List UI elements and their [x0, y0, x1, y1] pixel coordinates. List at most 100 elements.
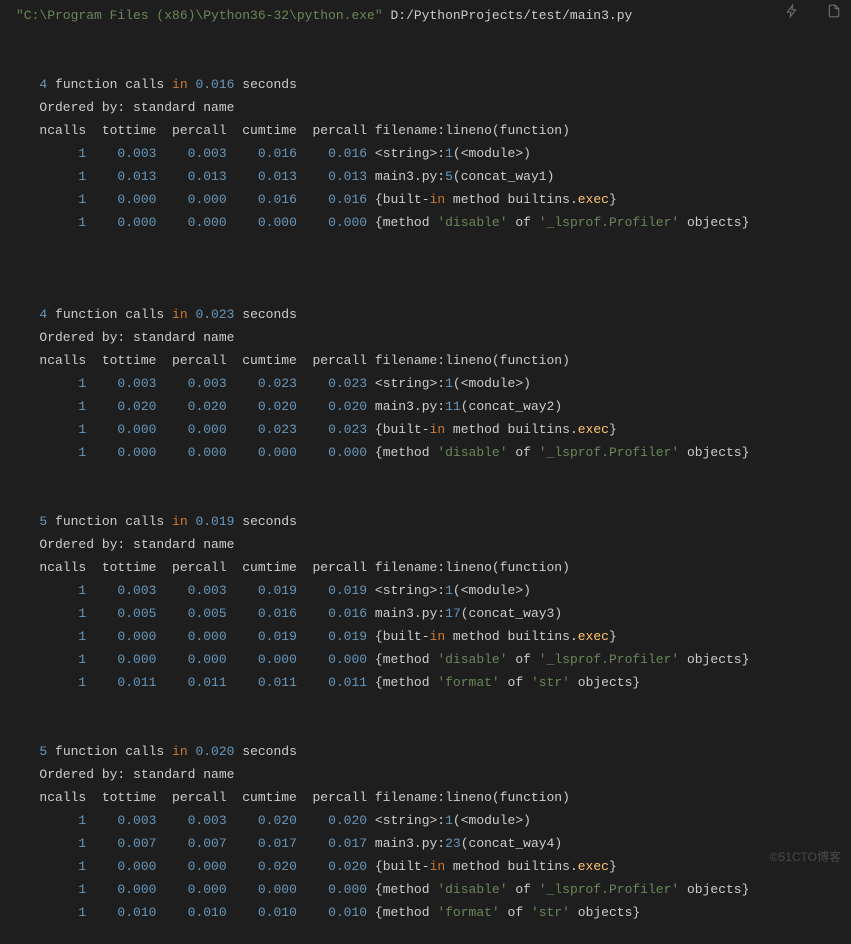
profile-row: 1 0.007 0.007 0.017 0.017 main3.py:23(co…: [0, 832, 851, 855]
method-name: 'format': [437, 905, 499, 920]
profile-row: 1 0.000 0.000 0.019 0.019 {built-in meth…: [0, 625, 851, 648]
total-time: 0.023: [188, 307, 235, 322]
percall1-value: 0.000: [156, 882, 226, 897]
ncalls-value: 1: [16, 905, 86, 920]
ncalls-value: 1: [16, 445, 86, 460]
cumtime-value: 0.020: [227, 859, 297, 874]
ncalls-value: 1: [16, 583, 86, 598]
total-time: 0.019: [188, 514, 235, 529]
profile-row: 1 0.000 0.000 0.016 0.016 {built-in meth…: [0, 188, 851, 211]
python-exe-path: "C:\Program Files (x86)\Python36-32\pyth…: [16, 8, 383, 23]
columns-header: ncalls tottime percall cumtime percall f…: [0, 556, 851, 579]
in-keyword: in: [430, 422, 446, 437]
cumtime-value: 0.023: [227, 422, 297, 437]
cumtime-value: 0.019: [227, 629, 297, 644]
in-keyword: in: [172, 307, 188, 322]
blank-line: [0, 50, 851, 73]
method-name: 'disable': [437, 652, 507, 667]
ncalls-value: 1: [16, 813, 86, 828]
tottime-value: 0.000: [86, 422, 156, 437]
console-toolbar: [785, 4, 841, 18]
percall1-value: 0.000: [156, 215, 226, 230]
percall1-value: 0.010: [156, 905, 226, 920]
percall1-value: 0.000: [156, 859, 226, 874]
percall2-value: 0.016: [297, 606, 367, 621]
blank-line: [0, 280, 851, 303]
method-name: 'format': [437, 675, 499, 690]
cumtime-value: 0.020: [227, 399, 297, 414]
percall2-value: 0.000: [297, 445, 367, 460]
lineno-value: 23: [445, 836, 461, 851]
percall2-value: 0.020: [297, 859, 367, 874]
class-name: '_lsprof.Profiler': [539, 445, 679, 460]
bolt-icon[interactable]: [785, 4, 799, 18]
tottime-value: 0.000: [86, 652, 156, 667]
percall1-value: 0.003: [156, 146, 226, 161]
ordered-by-line: Ordered by: standard name: [0, 533, 851, 556]
tottime-value: 0.003: [86, 376, 156, 391]
tottime-value: 0.007: [86, 836, 156, 851]
profile-row: 1 0.013 0.013 0.013 0.013 main3.py:5(con…: [0, 165, 851, 188]
tottime-value: 0.003: [86, 813, 156, 828]
percall2-value: 0.011: [297, 675, 367, 690]
in-keyword: in: [172, 744, 188, 759]
ordered-by-line: Ordered by: standard name: [0, 763, 851, 786]
lineno-value: 5: [445, 169, 453, 184]
ncalls-value: 1: [16, 146, 86, 161]
percall2-value: 0.017: [297, 836, 367, 851]
ncalls-value: 1: [16, 376, 86, 391]
console-output: "C:\Program Files (x86)\Python36-32\pyth…: [0, 0, 851, 944]
cumtime-value: 0.000: [227, 445, 297, 460]
ordered-by-line: Ordered by: standard name: [0, 96, 851, 119]
tottime-value: 0.020: [86, 399, 156, 414]
percall2-value: 0.000: [297, 652, 367, 667]
blank-line: [0, 27, 851, 50]
tottime-value: 0.005: [86, 606, 156, 621]
profile-row: 1 0.000 0.000 0.000 0.000 {method 'disab…: [0, 441, 851, 464]
percall1-value: 0.007: [156, 836, 226, 851]
blank-line: [0, 487, 851, 510]
function-name: concat_way4: [469, 836, 555, 851]
cumtime-value: 0.019: [227, 583, 297, 598]
blank-line: [0, 694, 851, 717]
class-name: 'str': [531, 905, 570, 920]
columns-header: ncalls tottime percall cumtime percall f…: [0, 349, 851, 372]
ncalls-value: 1: [16, 192, 86, 207]
summary-line: 5 function calls in 0.019 seconds: [0, 510, 851, 533]
ordered-by-line: Ordered by: standard name: [0, 326, 851, 349]
ncalls-value: 1: [16, 399, 86, 414]
blank-line: [0, 234, 851, 257]
ncalls-value: 1: [16, 652, 86, 667]
profile-row: 1 0.020 0.020 0.020 0.020 main3.py:11(co…: [0, 395, 851, 418]
columns-header: ncalls tottime percall cumtime percall f…: [0, 786, 851, 809]
tottime-value: 0.000: [86, 215, 156, 230]
cumtime-value: 0.010: [227, 905, 297, 920]
tottime-value: 0.010: [86, 905, 156, 920]
lineno-value: 17: [445, 606, 461, 621]
lineno-value: 1: [445, 146, 453, 161]
tottime-value: 0.003: [86, 146, 156, 161]
percall2-value: 0.016: [297, 192, 367, 207]
cumtime-value: 0.000: [227, 652, 297, 667]
tottime-value: 0.000: [86, 882, 156, 897]
in-keyword: in: [430, 629, 446, 644]
file-icon[interactable]: [827, 4, 841, 18]
profile-row: 1 0.000 0.000 0.023 0.023 {built-in meth…: [0, 418, 851, 441]
percall1-value: 0.013: [156, 169, 226, 184]
function-name: concat_way2: [469, 399, 555, 414]
columns-header: ncalls tottime percall cumtime percall f…: [0, 119, 851, 142]
ncalls-value: 1: [16, 629, 86, 644]
class-name: '_lsprof.Profiler': [539, 652, 679, 667]
cumtime-value: 0.000: [227, 215, 297, 230]
profile-row: 1 0.003 0.003 0.020 0.020 <string>:1(<mo…: [0, 809, 851, 832]
seconds-text: seconds: [234, 307, 296, 322]
percall1-value: 0.000: [156, 629, 226, 644]
percall2-value: 0.000: [297, 215, 367, 230]
percall2-value: 0.016: [297, 146, 367, 161]
percall1-value: 0.000: [156, 192, 226, 207]
cumtime-value: 0.016: [227, 606, 297, 621]
command-line: "C:\Program Files (x86)\Python36-32\pyth…: [0, 4, 851, 27]
lineno-value: 1: [445, 813, 453, 828]
ncalls-value: 1: [16, 606, 86, 621]
seconds-text: seconds: [234, 744, 296, 759]
